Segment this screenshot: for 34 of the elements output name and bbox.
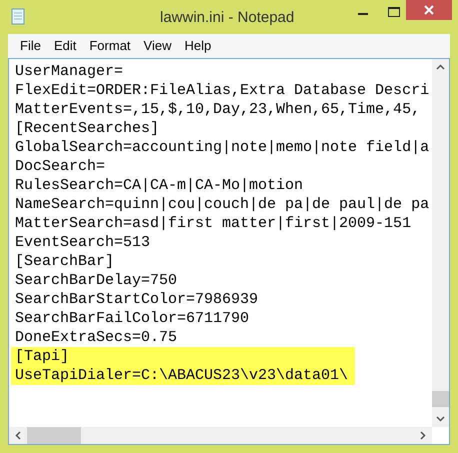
- scrollbar-thumb[interactable]: [27, 427, 81, 444]
- text-line: MatterEvents=,15,$,10,Day,23,When,65,Time,45,: [15, 100, 420, 119]
- scroll-left-icon[interactable]: [15, 431, 21, 440]
- close-icon: [424, 5, 434, 15]
- scrollbar-thumb[interactable]: [432, 391, 449, 407]
- text-line: EventSearch=513: [15, 233, 150, 252]
- window-title: lawwin.ini - Notepad: [160, 8, 294, 28]
- scroll-right-icon[interactable]: [420, 431, 426, 440]
- menu-item[interactable]: Edit: [48, 36, 82, 56]
- scroll-down-icon[interactable]: [436, 416, 445, 422]
- text-line: FlexEdit=ORDER:FileAlias,Extra Database Descri: [15, 81, 430, 100]
- text-line: [RecentSearches]: [15, 119, 160, 138]
- menu-item[interactable]: Help: [179, 36, 216, 56]
- text-line: RulesSearch=CA|CA-m|CA-Mo|motion: [15, 176, 304, 195]
- text-line: MatterSearch=asd|first matter|first|2009-151: [15, 214, 412, 233]
- text-line: DoneExtraSecs=0.75: [15, 328, 178, 347]
- text-line: SearchBarStartColor=7986939: [15, 290, 258, 309]
- menu-item[interactable]: File: [15, 36, 46, 56]
- close-button[interactable]: [406, 0, 452, 20]
- menu-item[interactable]: Format: [84, 36, 136, 56]
- menu-item[interactable]: View: [138, 36, 176, 56]
- text-line: [SearchBar]: [15, 252, 114, 271]
- text-line: SearchBarFailColor=6711790: [15, 309, 250, 328]
- horizontal-scrollbar[interactable]: [9, 427, 432, 444]
- text-line: GlobalSearch=accounting|note|memo|note field|a: [15, 138, 430, 157]
- text-line: NameSearch=quinn|cou|couch|de pa|de paul|de pa: [15, 195, 430, 214]
- maximize-icon[interactable]: [388, 7, 400, 17]
- scroll-up-icon[interactable]: [436, 64, 445, 70]
- text-line: UserManager=: [15, 62, 124, 81]
- text-area[interactable]: [8, 58, 450, 445]
- vertical-scrollbar[interactable]: [432, 59, 449, 427]
- text-line: DocSearch=: [15, 157, 106, 176]
- notepad-icon: [10, 8, 26, 25]
- text-line: SearchBarDelay=750: [15, 271, 178, 290]
